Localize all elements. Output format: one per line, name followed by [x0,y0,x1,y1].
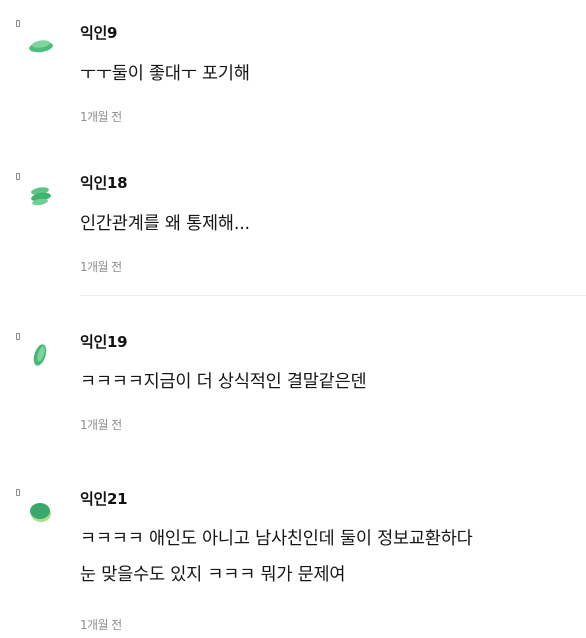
comment-marker [16,489,20,496]
comment-item: 익인21 ㅋㅋㅋㅋ 애인도 아니고 남사친인데 둘이 정보교환하다 눈 맞을수도… [0,0,586,638]
leaf-avatar-icon[interactable] [26,497,56,527]
comment-text: ㅋㅋㅋㅋ 애인도 아니고 남사친인데 둘이 정보교환하다 눈 맞을수도 있지 ㅋ… [80,521,580,593]
comment-text-line: 눈 맞을수도 있지 ㅋㅋㅋ 뭐가 문제여 [80,565,346,585]
comment-text-line: ㅋㅋㅋㅋ 애인도 아니고 남사친인데 둘이 정보교환하다 [80,529,473,549]
comment-timestamp: 1개월 전 [80,618,122,632]
comment-author[interactable]: 익인21 [80,490,128,508]
